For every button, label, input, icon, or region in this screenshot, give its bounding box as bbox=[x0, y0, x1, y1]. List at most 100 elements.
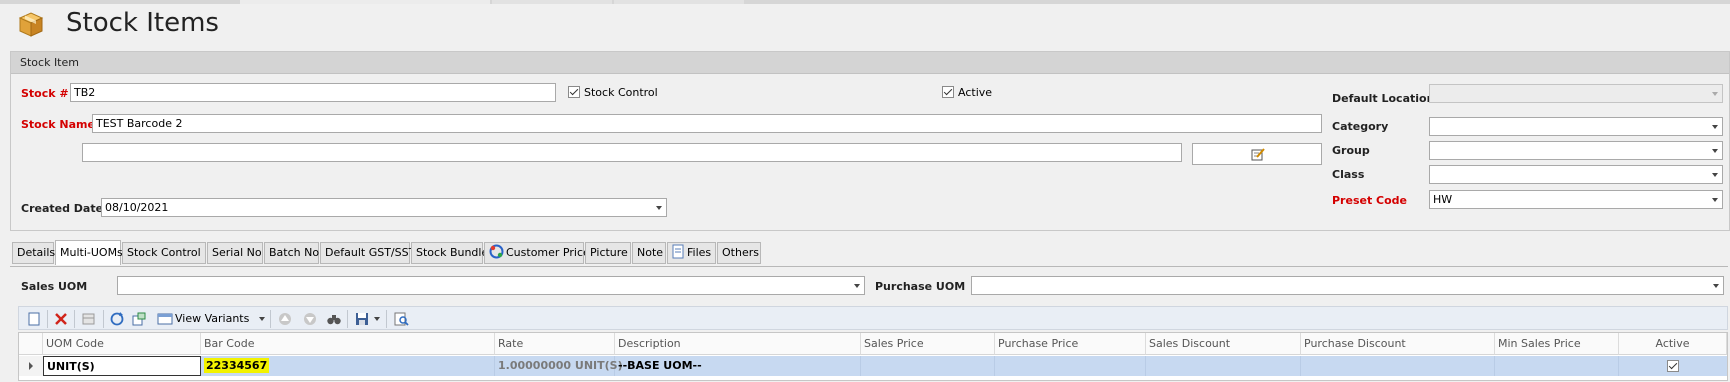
tab-picture[interactable]: Picture bbox=[585, 242, 631, 264]
toolbar-separator bbox=[386, 310, 387, 328]
group-select[interactable] bbox=[1429, 141, 1723, 160]
binoculars-icon[interactable] bbox=[326, 311, 342, 327]
bar-code-highlight: 22334567 bbox=[204, 358, 270, 373]
row-active-checkbox[interactable] bbox=[1667, 360, 1679, 372]
files-icon bbox=[672, 244, 684, 259]
column-header-purchase-discount[interactable]: Purchase Discount bbox=[1301, 333, 1495, 355]
tab-label: Batch No bbox=[269, 246, 320, 259]
cell-rate[interactable]: 1.00000000 UNIT(S) bbox=[495, 356, 623, 376]
column-header-sales-discount[interactable]: Sales Discount bbox=[1146, 333, 1301, 355]
column-header-min-sales-price[interactable]: Min Sales Price bbox=[1495, 333, 1619, 355]
cell-min-sales-price[interactable] bbox=[1495, 356, 1619, 376]
uom-grid: UOM Code Bar Code Rate Description Sales… bbox=[18, 332, 1728, 381]
tab-others[interactable]: Others bbox=[717, 242, 761, 264]
package-icon bbox=[18, 12, 44, 37]
stock-control-checkbox[interactable] bbox=[568, 86, 580, 98]
sales-uom-select[interactable] bbox=[117, 276, 865, 295]
tab-note[interactable]: Note bbox=[632, 242, 666, 264]
purchase-uom-select[interactable] bbox=[971, 276, 1724, 295]
stock-name-value: TEST Barcode 2 bbox=[96, 117, 183, 130]
tab-label: Others bbox=[722, 246, 759, 259]
tab-default-gst-sst[interactable]: Default GST/SST bbox=[320, 242, 415, 264]
refresh-icon[interactable] bbox=[109, 311, 125, 327]
tab-label: Stock Control bbox=[127, 246, 201, 259]
customer-price-icon bbox=[489, 244, 504, 259]
tab-batch-no[interactable]: Batch No bbox=[264, 242, 319, 264]
column-header-active[interactable]: Active bbox=[1619, 333, 1727, 355]
toolbar-separator bbox=[74, 310, 75, 328]
tab-serial-no[interactable]: Serial No bbox=[207, 242, 263, 264]
stock-name-input[interactable]: TEST Barcode 2 bbox=[92, 114, 1322, 133]
cell-active[interactable] bbox=[1619, 356, 1727, 376]
cell-description[interactable]: --BASE UOM-- bbox=[615, 356, 861, 376]
tab-stock-control[interactable]: Stock Control bbox=[122, 242, 206, 264]
chevron-down-icon bbox=[1712, 92, 1718, 96]
cell-sales-discount[interactable] bbox=[1146, 356, 1301, 376]
page-header: Stock Items bbox=[0, 4, 1730, 46]
purchase-uom-label: Purchase UOM bbox=[875, 280, 966, 293]
group-label: Group bbox=[1332, 144, 1370, 157]
chevron-down-icon[interactable] bbox=[259, 317, 265, 321]
row-indicator-icon bbox=[19, 356, 44, 376]
cell-sales-price[interactable] bbox=[861, 356, 995, 376]
chevron-down-icon bbox=[854, 284, 860, 288]
stock-no-label: Stock # bbox=[21, 87, 69, 100]
tab-label: Customer Price bbox=[506, 246, 590, 259]
description2-input[interactable] bbox=[82, 143, 1182, 162]
edit-grid-icon[interactable] bbox=[81, 311, 97, 327]
toolbar-separator bbox=[347, 310, 348, 328]
stock-no-input[interactable]: TB2 bbox=[70, 83, 556, 102]
tab-customer-price[interactable]: Customer Price bbox=[484, 242, 590, 264]
edit-note-icon bbox=[1251, 148, 1265, 161]
column-header-description[interactable]: Description bbox=[615, 333, 861, 355]
sales-uom-label: Sales UOM bbox=[21, 280, 88, 293]
preview-search-icon[interactable] bbox=[393, 311, 409, 327]
column-header-sales-price[interactable]: Sales Price bbox=[861, 333, 995, 355]
chevron-down-icon bbox=[1712, 149, 1718, 153]
active-checkbox[interactable] bbox=[942, 86, 954, 98]
cell-bar-code[interactable]: 22334567 bbox=[201, 356, 495, 376]
cell-purchase-discount[interactable] bbox=[1301, 356, 1495, 376]
edit-description-button[interactable] bbox=[1192, 143, 1322, 165]
export-icon[interactable] bbox=[131, 311, 147, 327]
new-icon[interactable] bbox=[26, 311, 42, 327]
stock-no-value: TB2 bbox=[74, 86, 96, 99]
tab-label: Details bbox=[17, 246, 56, 259]
tab-details[interactable]: Details bbox=[12, 242, 56, 264]
chevron-down-icon bbox=[1713, 284, 1719, 288]
tab-label: Files bbox=[687, 246, 712, 259]
page-title: Stock Items bbox=[66, 8, 219, 38]
tab-label: Note bbox=[637, 246, 664, 259]
view-variants-button[interactable]: View Variants bbox=[175, 312, 249, 325]
default-location-select[interactable] bbox=[1429, 84, 1723, 103]
toolbar-separator bbox=[47, 310, 48, 328]
chevron-down-icon bbox=[1712, 125, 1718, 129]
table-row[interactable]: UNIT(S) 22334567 1.00000000 UNIT(S) --BA… bbox=[19, 356, 1727, 376]
created-date-label: Created Date bbox=[21, 202, 104, 215]
move-down-icon[interactable] bbox=[302, 311, 318, 327]
chevron-down-icon bbox=[1712, 173, 1718, 177]
created-date-picker[interactable]: 08/10/2021 bbox=[101, 198, 667, 217]
chevron-down-icon[interactable] bbox=[374, 317, 380, 321]
tab-files[interactable]: Files bbox=[667, 242, 716, 264]
column-header-uom-code[interactable]: UOM Code bbox=[43, 333, 201, 355]
column-header-rate[interactable]: Rate bbox=[495, 333, 615, 355]
delete-icon[interactable] bbox=[53, 311, 69, 327]
view-variants-icon[interactable] bbox=[157, 311, 173, 327]
toolbar-separator bbox=[103, 310, 104, 328]
tab-label: Default GST/SST bbox=[325, 246, 416, 259]
column-header-purchase-price[interactable]: Purchase Price bbox=[995, 333, 1146, 355]
column-header-bar-code[interactable]: Bar Code bbox=[201, 333, 495, 355]
active-label: Active bbox=[958, 86, 993, 99]
tab-stock-bundle[interactable]: Stock Bundle bbox=[411, 242, 488, 264]
save-icon[interactable] bbox=[354, 311, 370, 327]
tab-multi-uoms[interactable]: Multi-UOMs bbox=[55, 240, 123, 265]
cell-uom-code[interactable]: UNIT(S) bbox=[43, 356, 201, 376]
toolbar-separator bbox=[270, 310, 271, 328]
move-up-icon[interactable] bbox=[277, 311, 293, 327]
cell-purchase-price[interactable] bbox=[995, 356, 1146, 376]
category-select[interactable] bbox=[1429, 117, 1723, 136]
preset-code-select[interactable]: HW bbox=[1429, 190, 1723, 209]
class-select[interactable] bbox=[1429, 165, 1723, 184]
tab-label: Picture bbox=[590, 246, 628, 259]
